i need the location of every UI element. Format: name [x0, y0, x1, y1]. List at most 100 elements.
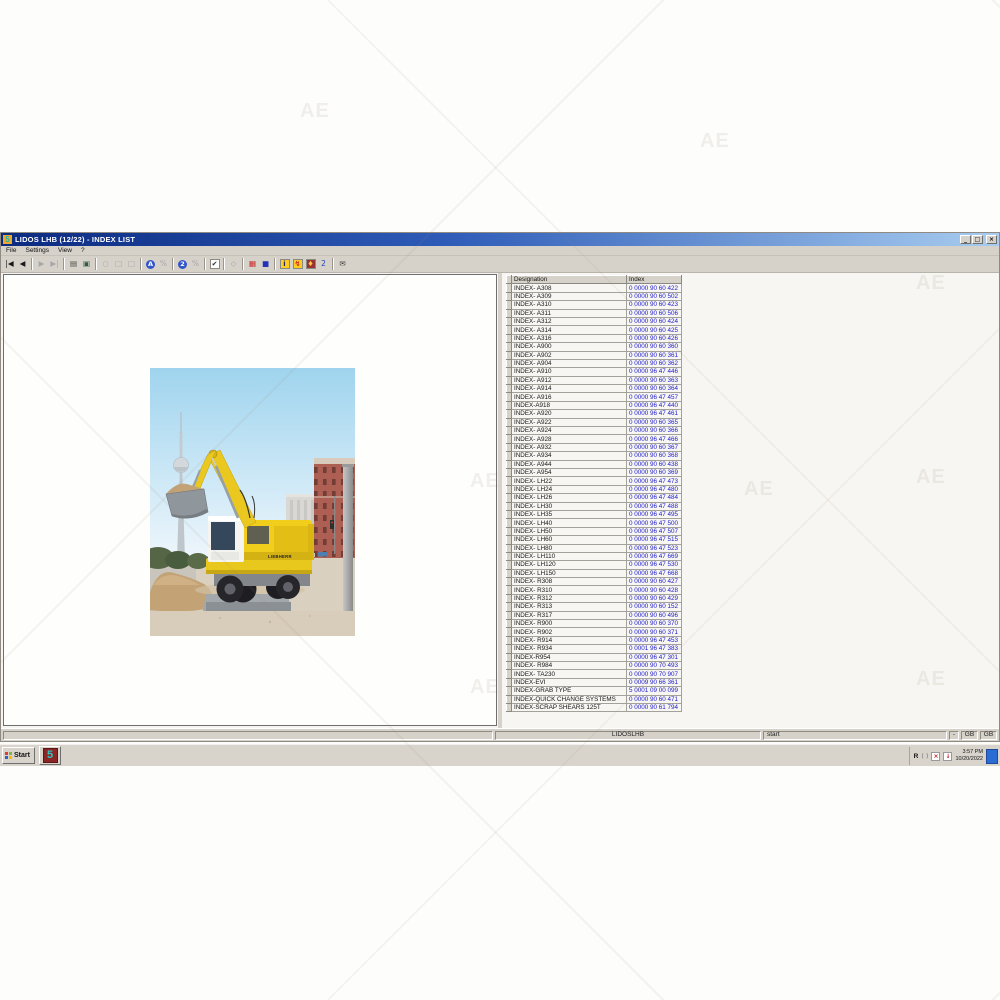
- language-indicator-icon[interactable]: [986, 749, 998, 764]
- table-row[interactable]: INDEX- A9240 0000 90 60 366: [507, 427, 682, 435]
- index-cell[interactable]: 0 0000 90 60 427: [627, 578, 682, 586]
- table-row[interactable]: INDEX- R3120 0000 90 60 429: [507, 594, 682, 602]
- taskbar-clock[interactable]: 3:57 PM 10/20/2022: [955, 749, 983, 763]
- designation-cell[interactable]: INDEX- A932: [512, 443, 627, 451]
- copy-icon[interactable]: □: [112, 257, 125, 271]
- table-row[interactable]: INDEX- R9140 0000 96 47 453: [507, 636, 682, 644]
- table-row[interactable]: INDEX- LH350 0000 96 47 495: [507, 510, 682, 518]
- table-row[interactable]: INDEX-QUICK CHANGE SYSTEMS0 0000 90 60 4…: [507, 695, 682, 703]
- table-row[interactable]: INDEX- A9160 0000 96 47 457: [507, 393, 682, 401]
- designation-cell[interactable]: INDEX- A900: [512, 343, 627, 351]
- designation-cell[interactable]: INDEX- LH22: [512, 477, 627, 485]
- index-cell[interactable]: 0 0000 96 47 440: [627, 401, 682, 409]
- designation-cell[interactable]: INDEX- R308: [512, 578, 627, 586]
- index-cell[interactable]: 0 0000 90 60 424: [627, 317, 682, 325]
- print-icon[interactable]: ▤: [67, 257, 80, 271]
- index-cell[interactable]: 0 0000 90 60 471: [627, 695, 682, 703]
- index-cell[interactable]: 0 0000 90 70 907: [627, 670, 682, 678]
- designation-cell[interactable]: INDEX- A316: [512, 334, 627, 342]
- index-cell[interactable]: 0 0000 90 60 152: [627, 603, 682, 611]
- designation-cell[interactable]: INDEX-A918: [512, 401, 627, 409]
- table-row[interactable]: INDEX- A9320 0000 90 60 367: [507, 443, 682, 451]
- table-row[interactable]: INDEX- A9440 0000 90 60 438: [507, 460, 682, 468]
- index-cell[interactable]: 0 0000 96 47 668: [627, 569, 682, 577]
- index-cell[interactable]: 0 0000 90 61 794: [627, 703, 682, 711]
- designation-cell[interactable]: INDEX- A308: [512, 284, 627, 292]
- help-contact-icon[interactable]: 2: [317, 257, 330, 271]
- table-row[interactable]: INDEX- LH800 0000 96 47 523: [507, 544, 682, 552]
- table-row[interactable]: INDEX- A3140 0000 90 60 425: [507, 326, 682, 334]
- index-cell[interactable]: 0 0000 96 47 461: [627, 410, 682, 418]
- designation-cell[interactable]: INDEX- LH150: [512, 569, 627, 577]
- table-row[interactable]: INDEX- R9840 0000 90 70 493: [507, 661, 682, 669]
- menu-settings[interactable]: Settings: [22, 247, 55, 254]
- table-row[interactable]: INDEX- R3100 0000 90 60 428: [507, 586, 682, 594]
- designation-cell[interactable]: INDEX- A924: [512, 427, 627, 435]
- restore-button[interactable]: □: [972, 235, 983, 244]
- tray-update-icon[interactable]: ↓: [943, 752, 952, 761]
- paste-icon[interactable]: □: [125, 257, 138, 271]
- designation-cell[interactable]: INDEX- LH110: [512, 552, 627, 560]
- designation-cell[interactable]: INDEX- R317: [512, 611, 627, 619]
- index-cell[interactable]: 0 0000 90 60 368: [627, 452, 682, 460]
- edit-note-icon[interactable]: ✔: [208, 257, 221, 271]
- designation-cell[interactable]: INDEX-EVI: [512, 678, 627, 686]
- designation-cell[interactable]: INDEX- LH80: [512, 544, 627, 552]
- table-row[interactable]: INDEX- A3080 0000 90 60 422: [507, 284, 682, 292]
- designation-cell[interactable]: INDEX- A904: [512, 359, 627, 367]
- index-header[interactable]: Index: [627, 276, 682, 284]
- index-cell[interactable]: 0 0000 90 60 366: [627, 427, 682, 435]
- index-cell[interactable]: 0 0000 90 60 370: [627, 620, 682, 628]
- designation-cell[interactable]: INDEX- LH120: [512, 561, 627, 569]
- table-row[interactable]: INDEX- LH220 0000 96 47 473: [507, 477, 682, 485]
- panel-icon[interactable]: ■: [259, 257, 272, 271]
- table-row[interactable]: INDEX- R3170 0000 90 60 496: [507, 611, 682, 619]
- designation-cell[interactable]: INDEX- LH30: [512, 502, 627, 510]
- zoom-percent-2-icon[interactable]: %: [189, 257, 202, 271]
- index-cell[interactable]: 5 0001 09 00 099: [627, 687, 682, 695]
- table-row[interactable]: INDEX- R9000 0000 90 60 370: [507, 620, 682, 628]
- table-row[interactable]: INDEX-R9540 0000 96 47 301: [507, 653, 682, 661]
- index-cell[interactable]: 0 0000 96 47 488: [627, 502, 682, 510]
- designation-cell[interactable]: INDEX- A934: [512, 452, 627, 460]
- designation-cell[interactable]: INDEX- A928: [512, 435, 627, 443]
- table-row[interactable]: INDEX- A9000 0000 90 60 360: [507, 343, 682, 351]
- index-cell[interactable]: 0 0000 96 47 480: [627, 485, 682, 493]
- table-row[interactable]: INDEX-EVI0 0009 90 66 361: [507, 678, 682, 686]
- designation-cell[interactable]: INDEX- A912: [512, 376, 627, 384]
- index-cell[interactable]: 0 0000 90 60 364: [627, 385, 682, 393]
- start-button[interactable]: Start: [2, 747, 35, 764]
- designation-cell[interactable]: INDEX- A312: [512, 317, 627, 325]
- index-cell[interactable]: 0 0000 90 60 422: [627, 284, 682, 292]
- designation-cell[interactable]: INDEX- A914: [512, 385, 627, 393]
- lightning-icon[interactable]: ↯: [291, 257, 304, 271]
- cube-icon[interactable]: ◇: [227, 257, 240, 271]
- index-cell[interactable]: 0 0000 90 60 423: [627, 301, 682, 309]
- index-cell[interactable]: 0 0000 96 47 301: [627, 653, 682, 661]
- table-row[interactable]: INDEX- R3130 0000 90 60 152: [507, 603, 682, 611]
- designation-cell[interactable]: INDEX- A311: [512, 309, 627, 317]
- designation-cell[interactable]: INDEX- LH40: [512, 519, 627, 527]
- table-row[interactable]: INDEX- A9340 0000 90 60 368: [507, 452, 682, 460]
- table-row[interactable]: INDEX- A9140 0000 90 60 364: [507, 385, 682, 393]
- index-cell[interactable]: 0 0000 96 47 484: [627, 494, 682, 502]
- designation-cell[interactable]: INDEX- R984: [512, 661, 627, 669]
- zoom-icon[interactable]: ○: [99, 257, 112, 271]
- tray-alert-icon[interactable]: ×: [931, 752, 940, 761]
- designation-cell[interactable]: INDEX-GRAB TYPE: [512, 687, 627, 695]
- table-row[interactable]: INDEX- A3100 0000 90 60 423: [507, 301, 682, 309]
- table-row[interactable]: INDEX- LH240 0000 96 47 480: [507, 485, 682, 493]
- designation-cell[interactable]: INDEX- R914: [512, 636, 627, 644]
- designation-cell[interactable]: INDEX- R313: [512, 603, 627, 611]
- table-row[interactable]: INDEX- A9100 0000 96 47 446: [507, 368, 682, 376]
- index-cell[interactable]: 0 0000 96 47 507: [627, 527, 682, 535]
- table-row[interactable]: INDEX- A3090 0000 90 60 502: [507, 292, 682, 300]
- index-cell[interactable]: 0 0000 96 47 495: [627, 510, 682, 518]
- menu-help[interactable]: ?: [78, 247, 91, 254]
- minimize-button[interactable]: _: [960, 235, 971, 244]
- table-row[interactable]: INDEX- LH500 0000 96 47 507: [507, 527, 682, 535]
- table-row[interactable]: INDEX- A3110 0000 90 60 506: [507, 309, 682, 317]
- index-cell[interactable]: 0 0000 96 47 669: [627, 552, 682, 560]
- table-row[interactable]: INDEX- R9020 0000 90 60 371: [507, 628, 682, 636]
- index-cell[interactable]: 0 0000 90 60 426: [627, 334, 682, 342]
